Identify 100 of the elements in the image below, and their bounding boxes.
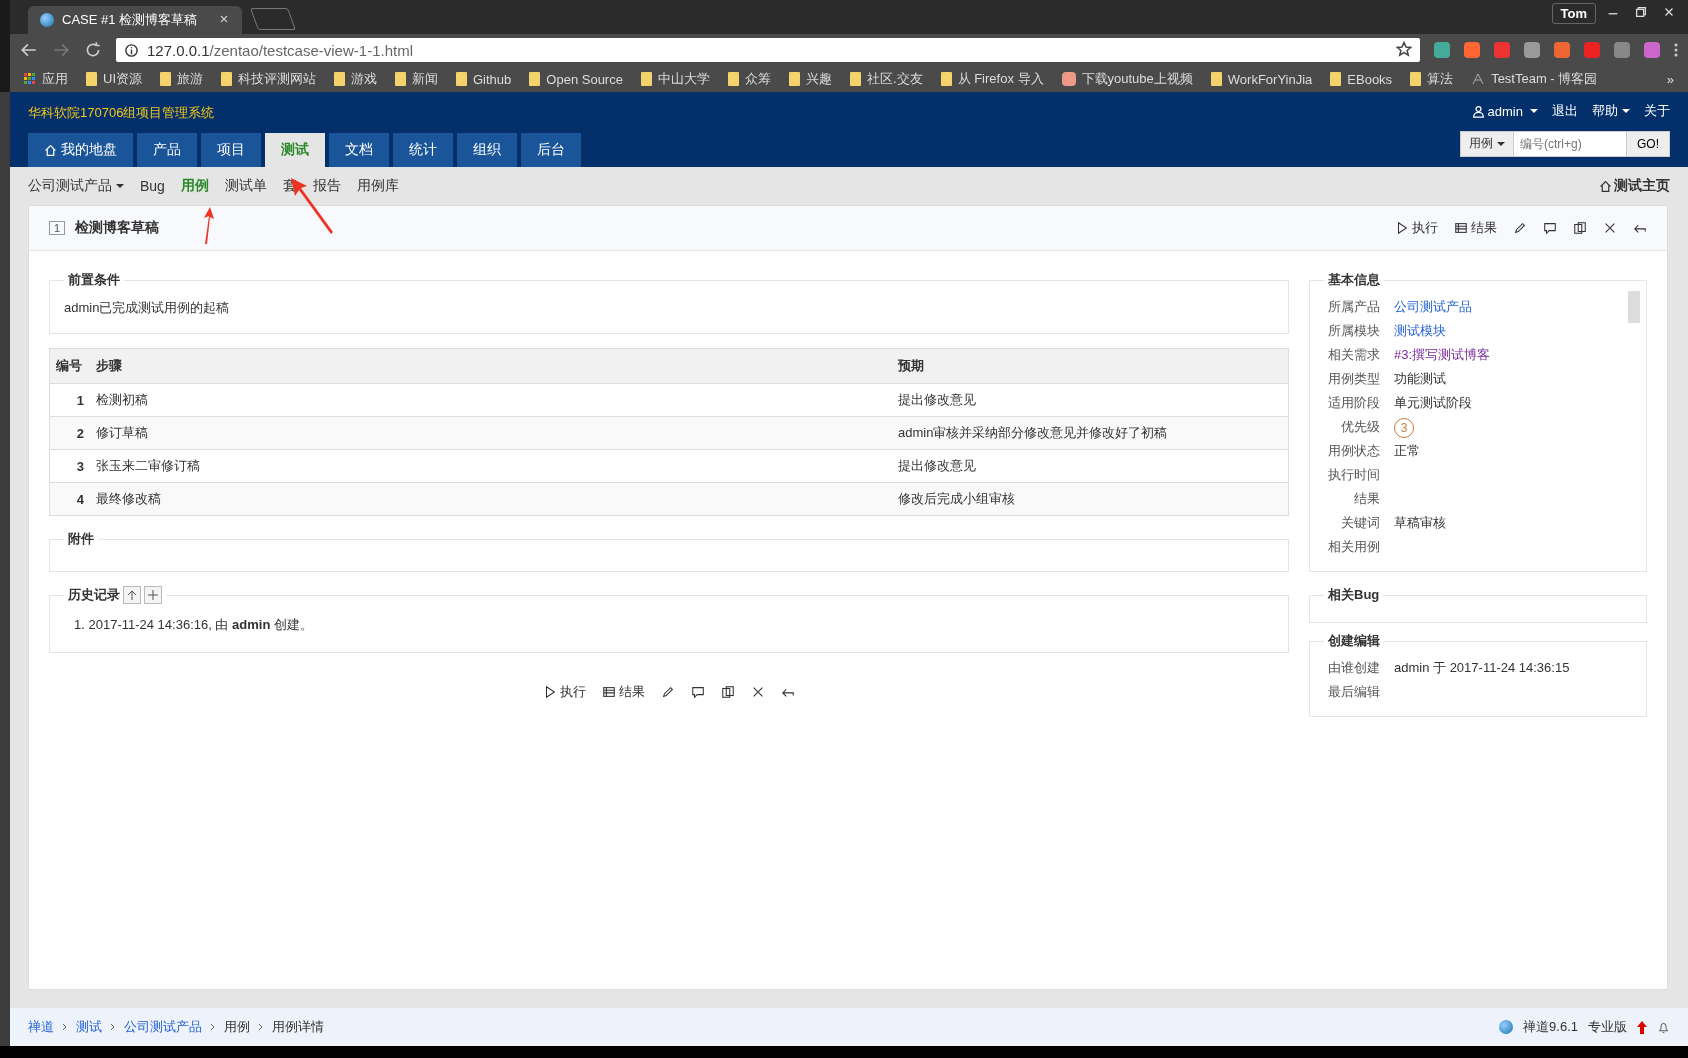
url-text: 127.0.0.1/zentao/testcase-view-1-1.html (147, 41, 413, 59)
field-value: 单元测试阶段 (1394, 394, 1472, 412)
bookmark[interactable]: 新闻 (395, 70, 438, 88)
nav-tab[interactable]: 产品 (137, 133, 197, 167)
close-icon[interactable] (1603, 221, 1617, 235)
field-link[interactable]: 公司测试产品 (1394, 295, 1472, 319)
header-link[interactable]: 帮助 (1592, 102, 1630, 121)
folder-icon (395, 72, 406, 86)
breadcrumb[interactable]: 禅道 (28, 1018, 54, 1036)
bookmark[interactable]: 科技评测网站 (221, 70, 316, 88)
section-title: 前置条件 (67, 271, 121, 289)
field-label: 用例类型 (1327, 370, 1380, 388)
nav-tab[interactable]: 统计 (393, 133, 453, 167)
bell-icon[interactable] (1657, 1020, 1670, 1034)
nav-tab[interactable]: 测试 (265, 133, 325, 167)
sort-button[interactable] (123, 586, 141, 604)
bookmark[interactable]: 中山大学 (640, 70, 710, 88)
table-cell: 张玉来二审修订稿 (90, 449, 892, 483)
bookmark[interactable]: Github (456, 71, 512, 87)
bookmark[interactable]: 算法 (1410, 70, 1454, 88)
breadcrumb[interactable]: 公司测试产品 (124, 1018, 202, 1036)
folder-icon (727, 72, 739, 86)
run-button[interactable]: 执行 (543, 683, 586, 701)
caret-icon (1497, 140, 1505, 147)
folder-icon (160, 72, 171, 86)
address-bar[interactable]: 127.0.0.1/zentao/testcase-view-1-1.html (116, 38, 1420, 62)
field-link[interactable]: #3:撰写测试博客 (1394, 343, 1491, 367)
version-link[interactable]: 禅道9.6.1 (1523, 1018, 1578, 1036)
bookmark[interactable]: 兴趣 (788, 70, 832, 88)
nav-tab[interactable]: 项目 (201, 133, 261, 167)
nav-tab[interactable]: 我的地盘 (28, 133, 133, 167)
subnav-link[interactable]: 测试单 (224, 177, 267, 195)
bookmark[interactable]: 应用 (24, 70, 68, 88)
result-button[interactable]: 结果 (602, 683, 645, 701)
bookmark[interactable]: 下载youtube上视频 (1061, 70, 1193, 88)
section-title: 基本信息 (1327, 271, 1381, 289)
site-icon (1471, 72, 1486, 86)
folder-icon (849, 72, 861, 86)
field-label: 最后编辑 (1327, 683, 1380, 701)
folder-icon (1330, 72, 1342, 86)
table-cell: 3 (49, 449, 90, 483)
bookmark[interactable]: 社区.交友 (849, 70, 923, 88)
field-label: 优先级 (1340, 418, 1380, 436)
subnav-link[interactable]: Bug (140, 178, 165, 194)
comment-icon[interactable] (1543, 221, 1557, 235)
header-link[interactable]: 退出 (1552, 102, 1578, 121)
search-box[interactable]: 用例 编号(ctrl+g) GO! (1460, 130, 1670, 157)
result-button[interactable]: 结果 (1454, 219, 1497, 237)
browser-tab[interactable]: CASE #1 检测博客草稿 (28, 6, 242, 34)
bookmark[interactable]: Open Source (529, 71, 623, 87)
apps-grid-icon (24, 73, 36, 85)
product-dropdown[interactable]: 公司测试产品 (28, 177, 124, 195)
table-cell: 修订草稿 (90, 416, 892, 450)
copy-icon[interactable] (1573, 221, 1587, 235)
subnav-link[interactable]: 报告 (312, 177, 341, 195)
field-link[interactable]: 测试模块 (1394, 319, 1446, 343)
folder-icon (334, 72, 345, 86)
home-icon (1599, 179, 1612, 193)
nav-tab[interactable]: 后台 (521, 133, 581, 167)
reload-icon[interactable] (84, 41, 102, 59)
bookmark[interactable]: 旅游 (160, 70, 203, 88)
breadcrumb[interactable]: 测试 (76, 1018, 102, 1036)
table-cell: 1 (49, 383, 90, 417)
run-button[interactable]: 执行 (1395, 219, 1438, 237)
back-icon[interactable] (20, 41, 38, 59)
go-button[interactable]: GO! (1626, 131, 1669, 156)
nav-tab[interactable]: 文档 (329, 133, 389, 167)
profile-button[interactable]: Tom (1551, 3, 1596, 24)
search-type-dropdown[interactable]: 用例 (1461, 131, 1514, 156)
subnav-link[interactable]: 用例库 (356, 177, 399, 195)
chevron-icon (62, 1023, 68, 1031)
caret-icon (1622, 108, 1630, 115)
bookmark[interactable]: EBooks (1330, 71, 1393, 87)
subnav-link[interactable]: 用例 (180, 177, 209, 195)
bookmark[interactable]: WorkForYinJia (1210, 71, 1313, 87)
user-icon (1471, 104, 1485, 118)
folder-icon (940, 72, 952, 86)
collapse-handle[interactable] (1628, 291, 1640, 323)
restore-icon[interactable] (1634, 5, 1648, 19)
more-bookmarks[interactable]: » (1666, 71, 1674, 87)
bookmark[interactable]: UI资源 (86, 70, 142, 88)
pencil-icon[interactable] (1513, 221, 1527, 235)
bookmark[interactable]: 游戏 (334, 70, 377, 88)
play-icon (543, 685, 557, 699)
copy-icon[interactable] (721, 683, 735, 701)
bookmark[interactable]: 众筹 (727, 70, 771, 88)
user-menu[interactable]: admin (1471, 103, 1538, 119)
bookmark[interactable]: 从 Firefox 导入 (940, 70, 1044, 88)
test-home-link[interactable]: 测试主页 (1599, 177, 1670, 195)
list-icon (1454, 221, 1468, 235)
star-icon[interactable] (1396, 40, 1412, 57)
folder-icon (1210, 72, 1222, 86)
header-link[interactable]: 关于 (1644, 102, 1670, 121)
field-label: 结果 (1353, 490, 1380, 508)
new-tab-button[interactable] (250, 8, 296, 30)
caret-icon (116, 183, 124, 189)
bookmark[interactable]: TestTeam - 博客园 (1471, 70, 1598, 88)
menu-icon[interactable] (1674, 43, 1678, 57)
edition-link[interactable]: 专业版 (1588, 1018, 1627, 1036)
nav-tab[interactable]: 组织 (457, 133, 517, 167)
